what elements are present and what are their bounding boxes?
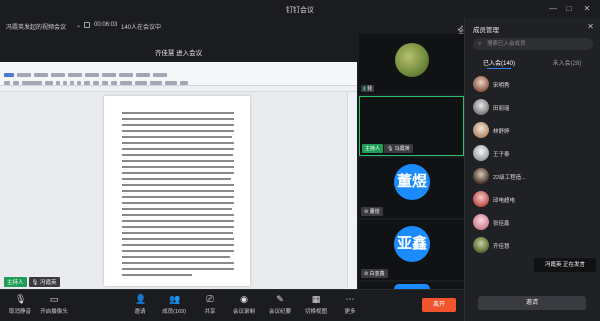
list-item[interactable]: 田丽瑶 bbox=[465, 96, 600, 118]
info-icon[interactable] bbox=[84, 22, 90, 30]
camera-button[interactable]: ▭ 开启摄像头 bbox=[34, 294, 74, 315]
minimize-icon[interactable]: — bbox=[548, 4, 558, 14]
avatar bbox=[473, 191, 489, 207]
tab-joined[interactable]: 已入会(140) bbox=[465, 58, 533, 67]
signal-icon: ▮ bbox=[363, 86, 366, 92]
members-icon: 👥 bbox=[169, 294, 181, 304]
avatar bbox=[473, 237, 489, 253]
grid-icon: ▦ bbox=[311, 294, 321, 304]
tile-label: ⊘ 董煜 bbox=[361, 207, 383, 216]
avatar: 亚鑫 bbox=[394, 226, 430, 262]
avatar: 董煜 bbox=[394, 164, 430, 200]
window-title: 钉钉会议 bbox=[286, 7, 314, 14]
microphone-icon: 🎙 bbox=[387, 146, 394, 152]
document-page bbox=[104, 96, 250, 286]
tile-label: ⊘ 白亚鑫 bbox=[361, 269, 388, 278]
recording-button[interactable]: ◉ 会议录制 bbox=[224, 294, 264, 315]
meeting-controls: 🎙 取消静音 ▭ 开启摄像头 👤 邀请 👥 成员(169) ⎚ 共享 ◉ 会议录制 ✎ 会议纪… bbox=[0, 289, 464, 321]
microphone-icon: 🎙 bbox=[31, 280, 39, 286]
document-toolbar bbox=[0, 62, 357, 92]
tile-label: 主持人 🎙 冯霞英 bbox=[362, 144, 413, 153]
minutes-button[interactable]: ✎ 会议纪要 bbox=[260, 294, 300, 315]
meeting-name: 冯霞英发起的视频会议 bbox=[6, 25, 67, 31]
record-icon: ◉ bbox=[240, 294, 248, 304]
list-item[interactable]: 张佳鑫 bbox=[465, 211, 600, 233]
tab-not-joined[interactable]: 未入会(28) bbox=[533, 58, 600, 67]
tab-indicator bbox=[487, 68, 511, 69]
panel-invite-button[interactable]: 邀请 bbox=[478, 296, 586, 310]
mic-muted-icon: ⊘ bbox=[364, 209, 369, 215]
avatar bbox=[473, 122, 489, 138]
maximize-icon[interactable]: □ bbox=[564, 4, 574, 14]
share-title: 齐佳慧 进入会议 bbox=[154, 50, 203, 57]
title-bar: 钉钉会议 — □ ✕ bbox=[0, 0, 600, 18]
members-button[interactable]: 👥 成员(169) bbox=[154, 294, 194, 315]
avatar bbox=[473, 214, 489, 230]
list-item[interactable]: 林舒婷 bbox=[465, 119, 600, 141]
close-panel-icon[interactable]: ✕ bbox=[587, 22, 594, 31]
chevron-down-icon[interactable]: ⌄ bbox=[76, 22, 81, 29]
avatar bbox=[473, 168, 489, 184]
add-user-icon: 👤 bbox=[135, 294, 147, 304]
microphone-off-icon: 🎙 bbox=[15, 294, 27, 304]
participant-count: 140人在会议中 bbox=[121, 25, 162, 31]
video-tile-host[interactable]: 主持人 🎙 冯霞英 bbox=[359, 96, 464, 156]
list-item[interactable]: 齐佳慧 bbox=[465, 234, 600, 256]
more-button[interactable]: ⋯ 更多 bbox=[330, 294, 370, 315]
video-tile-self[interactable]: ▮ 我 bbox=[359, 34, 464, 94]
share-screen-icon: ⎚ bbox=[206, 294, 214, 304]
video-tiles-column: ▮ 我 主持人 🎙 冯霞英 董煜 ⊘ 董煜 亚鑫 ⊘ 白亚鑫 bbox=[359, 34, 464, 289]
presenter-tag: 主持人 🎙 冯霞英 bbox=[4, 277, 60, 287]
avatar bbox=[473, 76, 489, 92]
video-tile-participant[interactable]: 董煜 ⊘ 董煜 bbox=[359, 158, 464, 218]
avatar bbox=[395, 43, 429, 77]
meeting-info-bar: 冯霞英发起的视频会议 ⌄ 00:06:03 140人在会议中 ⤢ 全屏 bbox=[6, 22, 465, 44]
speaking-indicator: 冯霞英 正在发言 bbox=[534, 258, 596, 272]
panel-title: 成员管理 bbox=[473, 27, 499, 34]
avatar bbox=[473, 145, 489, 161]
close-icon[interactable]: ✕ bbox=[582, 4, 592, 14]
mic-muted-icon: ⊘ bbox=[364, 271, 369, 277]
presenter-name: 🎙 冯霞英 bbox=[28, 277, 60, 287]
member-panel: 成员管理 ✕ ⌕ 搜索已入会成员 已入会(140) 未入会(28) 宋明秀 田丽… bbox=[464, 18, 600, 321]
video-tile-participant[interactable]: 亚鑫 ⊘ 白亚鑫 bbox=[359, 220, 464, 280]
camera-off-icon: ▭ bbox=[49, 294, 59, 304]
leave-button[interactable]: 离开 bbox=[422, 298, 456, 312]
list-item[interactable]: 22级工程造... bbox=[465, 165, 600, 187]
host-badge: 主持人 bbox=[4, 277, 27, 287]
document-scrollbar bbox=[347, 92, 357, 292]
video-tile-partial bbox=[359, 282, 464, 289]
shared-document bbox=[0, 62, 357, 292]
meeting-timer: 00:06:03 bbox=[94, 22, 118, 28]
member-tabs: 已入会(140) 未入会(28) bbox=[465, 55, 600, 69]
list-item[interactable]: 宋明秀 bbox=[465, 73, 600, 95]
list-item[interactable]: 邱电超电 bbox=[465, 188, 600, 210]
document-ruler bbox=[0, 86, 357, 92]
search-icon: ⌕ bbox=[478, 41, 482, 47]
more-icon: ⋯ bbox=[345, 294, 355, 304]
tile-label: ▮ 我 bbox=[361, 85, 375, 92]
list-item[interactable]: 王子泰 bbox=[465, 142, 600, 164]
member-search-input[interactable]: ⌕ 搜索已入会成员 bbox=[473, 38, 593, 50]
notes-icon: ✎ bbox=[276, 294, 284, 304]
shared-screen-stage[interactable]: 齐佳慧 进入会议 主持人 🎙 冯霞英 bbox=[0, 34, 357, 292]
avatar bbox=[473, 99, 489, 115]
